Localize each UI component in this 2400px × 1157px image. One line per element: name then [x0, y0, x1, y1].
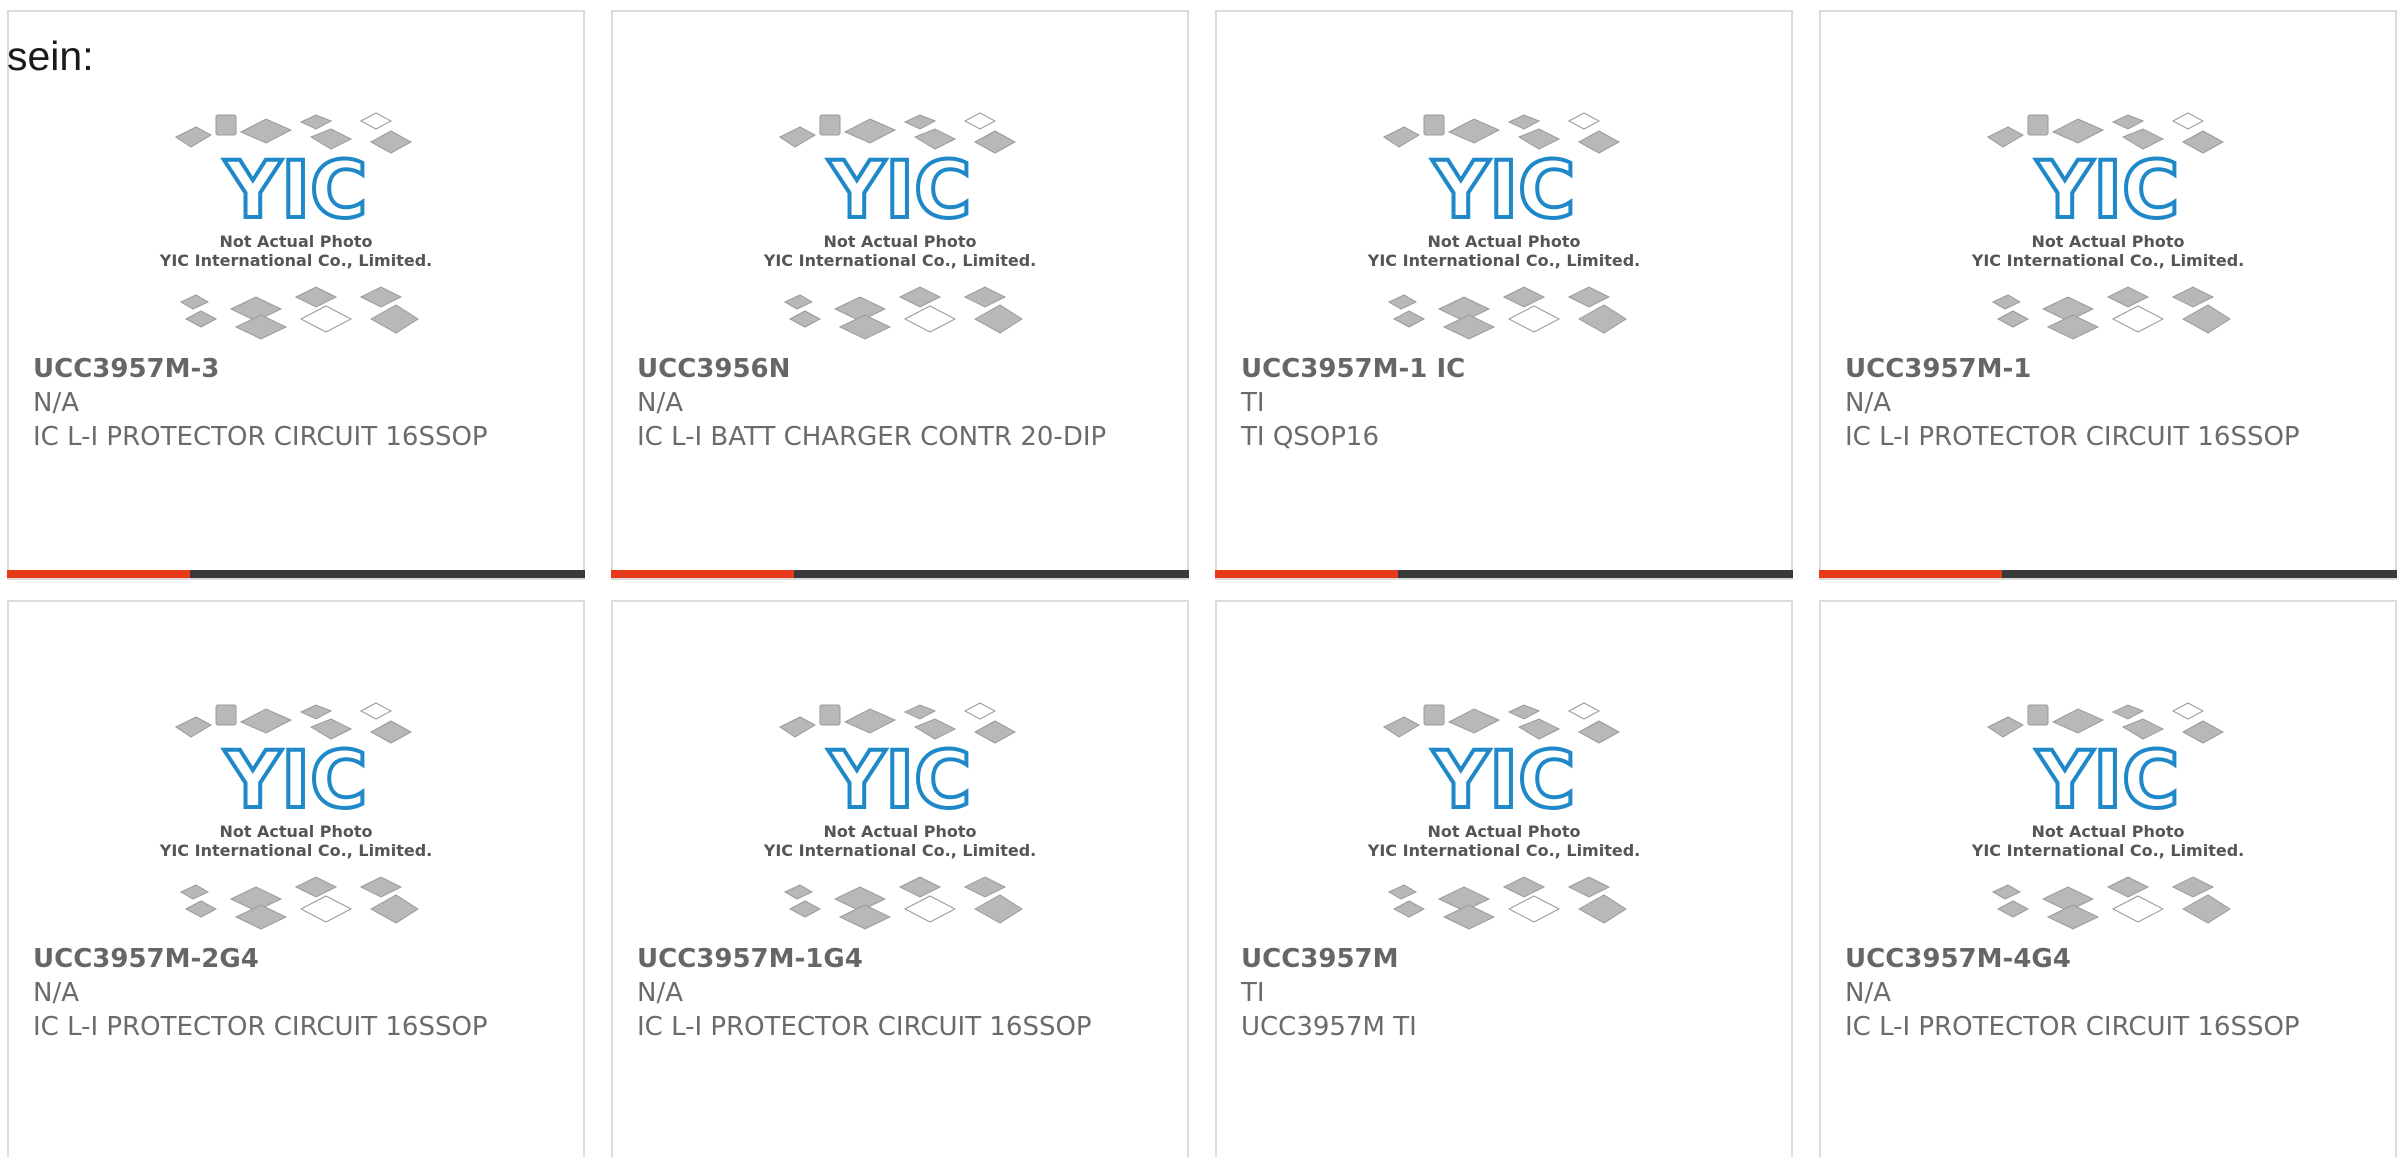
product-image-placeholder[interactable]: YIC Not Actual Photo YIC International C… [1364, 97, 1644, 342]
product-manufacturer: N/A [637, 978, 683, 1008]
product-info: UCC3957M-1 IC TI TI QSOP16 [1241, 352, 1731, 454]
product-image-placeholder[interactable]: YIC Not Actual Photo YIC International C… [1968, 687, 2248, 932]
svg-text:YIC: YIC [1432, 146, 1576, 236]
svg-text:YIC International Co., Limited: YIC International Co., Limited. [1971, 841, 2244, 860]
product-manufacturer: TI [1241, 978, 1265, 1008]
svg-text:Not Actual Photo: Not Actual Photo [219, 232, 372, 251]
product-part-number[interactable]: UCC3956N [637, 352, 1127, 386]
product-description: IC L-I BATT CHARGER CONTR 20-DIP [637, 422, 1107, 452]
svg-text:YIC International Co., Limited: YIC International Co., Limited. [763, 841, 1036, 860]
svg-text:YIC: YIC [2036, 146, 2180, 236]
product-description: UCC3957M TI [1241, 1012, 1417, 1042]
product-image-placeholder[interactable]: YIC Not Actual Photo YIC International C… [156, 97, 436, 342]
svg-text:YIC: YIC [828, 736, 972, 826]
product-info: UCC3957M-2G4 N/A IC L-I PROTECTOR CIRCUI… [33, 942, 523, 1044]
svg-text:Not Actual Photo: Not Actual Photo [1427, 232, 1580, 251]
product-part-number[interactable]: UCC3957M-1G4 [637, 942, 1127, 976]
svg-text:YIC: YIC [224, 146, 368, 236]
svg-text:YIC International Co., Limited: YIC International Co., Limited. [1367, 841, 1640, 860]
chip-placeholder-graphic: YIC Not Actual Photo YIC International C… [763, 112, 1036, 340]
svg-text:YIC International Co., Limited: YIC International Co., Limited. [159, 841, 432, 860]
product-card[interactable]: YIC Not Actual Photo YIC International C… [611, 10, 1189, 580]
svg-text:Not Actual Photo: Not Actual Photo [1427, 822, 1580, 841]
product-manufacturer: N/A [637, 388, 683, 418]
product-description: IC L-I PROTECTOR CIRCUIT 16SSOP [33, 1012, 488, 1042]
product-card[interactable]: YIC Not Actual Photo YIC International C… [1819, 600, 2397, 1157]
svg-text:YIC International Co., Limited: YIC International Co., Limited. [159, 251, 432, 270]
product-card[interactable]: YIC Not Actual Photo YIC International C… [1819, 10, 2397, 580]
product-part-number[interactable]: UCC3957M-1 [1845, 352, 2335, 386]
product-card[interactable]: YIC Not Actual Photo YIC International C… [1215, 10, 1793, 580]
product-image-placeholder[interactable]: YIC Not Actual Photo YIC International C… [1364, 687, 1644, 932]
chip-placeholder-graphic: YIC Not Actual Photo YIC International C… [1971, 112, 2244, 340]
svg-text:YIC: YIC [2036, 736, 2180, 826]
product-description: IC L-I PROTECTOR CIRCUIT 16SSOP [637, 1012, 1092, 1042]
product-card[interactable]: YIC Not Actual Photo YIC International C… [1215, 600, 1793, 1157]
product-part-number[interactable]: UCC3957M-3 [33, 352, 523, 386]
chip-placeholder-graphic: YIC Not Actual Photo YIC International C… [1367, 112, 1640, 340]
chip-placeholder-graphic: YIC Not Actual Photo YIC International C… [1367, 702, 1640, 930]
product-manufacturer: N/A [1845, 978, 1891, 1008]
svg-text:YIC International Co., Limited: YIC International Co., Limited. [1971, 251, 2244, 270]
svg-text:YIC: YIC [224, 736, 368, 826]
product-info: UCC3957M-3 N/A IC L-I PROTECTOR CIRCUIT … [33, 352, 523, 454]
card-accent-bar [1819, 570, 2002, 578]
product-image-placeholder[interactable]: YIC Not Actual Photo YIC International C… [760, 97, 1040, 342]
product-part-number[interactable]: UCC3957M-4G4 [1845, 942, 2335, 976]
product-info: UCC3957M-1 N/A IC L-I PROTECTOR CIRCUIT … [1845, 352, 2335, 454]
card-accent-bar [1215, 570, 1398, 578]
product-manufacturer: N/A [33, 388, 79, 418]
svg-text:YIC: YIC [1432, 736, 1576, 826]
card-accent-bar [7, 570, 190, 578]
svg-text:Not Actual Photo: Not Actual Photo [2031, 232, 2184, 251]
intro-text: sein: [7, 33, 94, 79]
svg-text:YIC: YIC [828, 146, 972, 236]
svg-text:Not Actual Photo: Not Actual Photo [2031, 822, 2184, 841]
product-part-number[interactable]: UCC3957M-2G4 [33, 942, 523, 976]
product-image-placeholder[interactable]: YIC Not Actual Photo YIC International C… [156, 687, 436, 932]
card-bottom-bar [7, 570, 585, 578]
product-description: IC L-I PROTECTOR CIRCUIT 16SSOP [33, 422, 488, 452]
chip-placeholder-graphic: YIC Not Actual Photo YIC International C… [1971, 702, 2244, 930]
product-part-number[interactable]: UCC3957M [1241, 942, 1731, 976]
product-info: UCC3956N N/A IC L-I BATT CHARGER CONTR 2… [637, 352, 1127, 454]
product-grid-page: sein: YIC Not Actual Photo YIC Internati… [0, 0, 2400, 1157]
svg-text:Not Actual Photo: Not Actual Photo [219, 822, 372, 841]
svg-text:Not Actual Photo: Not Actual Photo [823, 232, 976, 251]
product-info: UCC3957M-1G4 N/A IC L-I PROTECTOR CIRCUI… [637, 942, 1127, 1044]
product-description: TI QSOP16 [1241, 422, 1380, 452]
card-bottom-bar [611, 570, 1189, 578]
card-bottom-bar [1819, 570, 2397, 578]
svg-text:Not Actual Photo: Not Actual Photo [823, 822, 976, 841]
svg-text:YIC International Co., Limited: YIC International Co., Limited. [1367, 251, 1640, 270]
product-part-number[interactable]: UCC3957M-1 IC [1241, 352, 1731, 386]
card-accent-bar [611, 570, 794, 578]
chip-placeholder-graphic: YIC Not Actual Photo YIC International C… [763, 702, 1036, 930]
product-manufacturer: N/A [33, 978, 79, 1008]
card-bottom-bar [1215, 570, 1793, 578]
product-manufacturer: N/A [1845, 388, 1891, 418]
product-card[interactable]: YIC Not Actual Photo YIC International C… [611, 600, 1189, 1157]
product-image-placeholder[interactable]: YIC Not Actual Photo YIC International C… [760, 687, 1040, 932]
chip-placeholder-graphic: YIC Not Actual Photo YIC International C… [159, 702, 432, 930]
product-card[interactable]: YIC Not Actual Photo YIC International C… [7, 600, 585, 1157]
chip-placeholder-graphic: YIC Not Actual Photo YIC International C… [159, 112, 432, 340]
product-card[interactable]: YIC Not Actual Photo YIC International C… [7, 10, 585, 580]
product-image-placeholder[interactable]: YIC Not Actual Photo YIC International C… [1968, 97, 2248, 342]
product-info: UCC3957M TI UCC3957M TI [1241, 942, 1731, 1044]
svg-text:YIC International Co., Limited: YIC International Co., Limited. [763, 251, 1036, 270]
product-info: UCC3957M-4G4 N/A IC L-I PROTECTOR CIRCUI… [1845, 942, 2335, 1044]
product-manufacturer: TI [1241, 388, 1265, 418]
product-description: IC L-I PROTECTOR CIRCUIT 16SSOP [1845, 422, 2300, 452]
product-description: IC L-I PROTECTOR CIRCUIT 16SSOP [1845, 1012, 2300, 1042]
